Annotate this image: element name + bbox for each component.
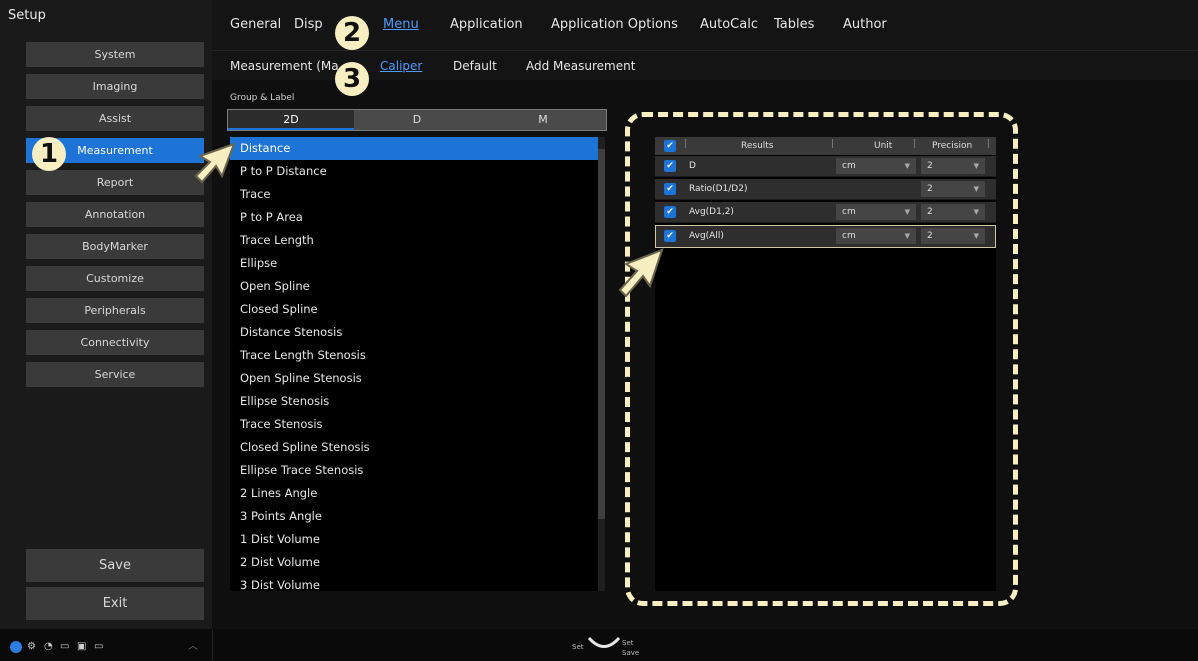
sidebar-item-annotation[interactable]: Annotation — [26, 202, 204, 228]
subtab-default[interactable]: Default — [453, 59, 497, 73]
measurement-list: Distance P to P Distance Trace P to P Ar… — [230, 137, 600, 591]
list-item[interactable]: 3 Points Angle — [230, 505, 600, 528]
subtab-caliper[interactable]: Caliper — [380, 59, 422, 73]
highlight-frame — [625, 112, 1018, 606]
list-item[interactable]: 2 Dist Volume — [230, 551, 600, 574]
clock-icon: ◔ — [44, 641, 53, 652]
sidebar-item-report[interactable]: Report — [26, 170, 204, 196]
list-item[interactable]: Open Spline Stenosis — [230, 367, 600, 390]
segment-d[interactable]: D — [354, 110, 480, 130]
tab-autocalc[interactable]: AutoCalc — [700, 17, 758, 32]
setup-sidebar: Setup System Imaging Assist Measurement … — [0, 0, 212, 629]
setup-title: Setup — [8, 8, 46, 23]
tab-menu[interactable]: Menu — [383, 17, 419, 32]
list-item[interactable]: Trace — [230, 183, 600, 206]
status-divider — [212, 629, 213, 661]
tab-display[interactable]: Disp — [294, 17, 323, 32]
tab-application-options[interactable]: Application Options — [551, 17, 678, 32]
list-item[interactable]: Trace Length — [230, 229, 600, 252]
user-icon — [10, 641, 22, 653]
pointer-arrow-icon — [194, 142, 236, 184]
list-item[interactable]: 1 Dist Volume — [230, 528, 600, 551]
pointer-arrow-icon — [618, 248, 664, 298]
step-badge-2: 2 — [335, 16, 369, 50]
tab-author[interactable]: Author — [843, 17, 887, 32]
network-icon: ▭ — [60, 641, 70, 652]
chevron-up-icon[interactable]: ︿ — [188, 641, 200, 652]
settings-icon: ⚙ — [27, 641, 36, 652]
list-item[interactable]: Trace Length Stenosis — [230, 344, 600, 367]
tab-tables[interactable]: Tables — [774, 17, 814, 32]
sidebar-item-bodymarker[interactable]: BodyMarker — [26, 234, 204, 260]
tab-application[interactable]: Application — [450, 17, 523, 32]
list-item[interactable]: Open Spline — [230, 275, 600, 298]
list-item[interactable]: Distance Stenosis — [230, 321, 600, 344]
recorder-icon: ▣ — [77, 641, 87, 652]
list-item[interactable]: Ellipse Stenosis — [230, 390, 600, 413]
sidebar-item-imaging[interactable]: Imaging — [26, 74, 204, 100]
subtab-add-measurement[interactable]: Add Measurement — [526, 59, 635, 73]
sidebar-item-assist[interactable]: Assist — [26, 106, 204, 132]
setup-window: Setup System Imaging Assist Measurement … — [0, 0, 1198, 661]
sidebar-item-connectivity[interactable]: Connectivity — [26, 330, 204, 356]
sidebar-item-peripherals[interactable]: Peripherals — [26, 298, 204, 324]
exit-button[interactable]: Exit — [26, 587, 204, 621]
list-item[interactable]: Ellipse — [230, 252, 600, 275]
list-item[interactable]: Distance — [230, 137, 600, 160]
step-badge-1: 1 — [32, 137, 66, 171]
step-badge-3: 3 — [335, 62, 369, 96]
status-bar: ⚙ ◔ ▭ ▣ ▭ ︿ Set Set Save — [0, 629, 1198, 661]
segment-2d[interactable]: 2D — [228, 110, 354, 130]
list-item[interactable]: Closed Spline — [230, 298, 600, 321]
subtab-measurement-manager[interactable]: Measurement (Ma — [230, 59, 339, 73]
list-item[interactable]: P to P Distance — [230, 160, 600, 183]
trackball-icon — [587, 636, 621, 648]
save-button[interactable]: Save — [26, 549, 204, 583]
list-item[interactable]: Trace Stenosis — [230, 413, 600, 436]
sidebar-item-customize[interactable]: Customize — [26, 266, 204, 292]
save-small-label: Save — [622, 649, 640, 657]
scrollbar-thumb[interactable] — [598, 149, 605, 519]
sidebar-item-system[interactable]: System — [26, 42, 204, 68]
set-right-label: Set — [622, 639, 634, 647]
sidebar-item-service[interactable]: Service — [26, 362, 204, 388]
list-item[interactable]: 2 Lines Angle — [230, 482, 600, 505]
mode-segment-control: 2D D M — [227, 109, 607, 131]
printer-icon: ▭ — [94, 641, 104, 652]
segment-m[interactable]: M — [480, 110, 606, 130]
measurement-list-scrollbar[interactable] — [598, 137, 605, 591]
set-left-label: Set — [572, 643, 584, 651]
tab-general[interactable]: General — [230, 17, 281, 32]
list-item[interactable]: Ellipse Trace Stenosis — [230, 459, 600, 482]
list-item[interactable]: Closed Spline Stenosis — [230, 436, 600, 459]
group-label-heading: Group & Label — [230, 93, 295, 103]
list-item[interactable]: P to P Area — [230, 206, 600, 229]
list-item[interactable]: 3 Dist Volume — [230, 574, 600, 591]
